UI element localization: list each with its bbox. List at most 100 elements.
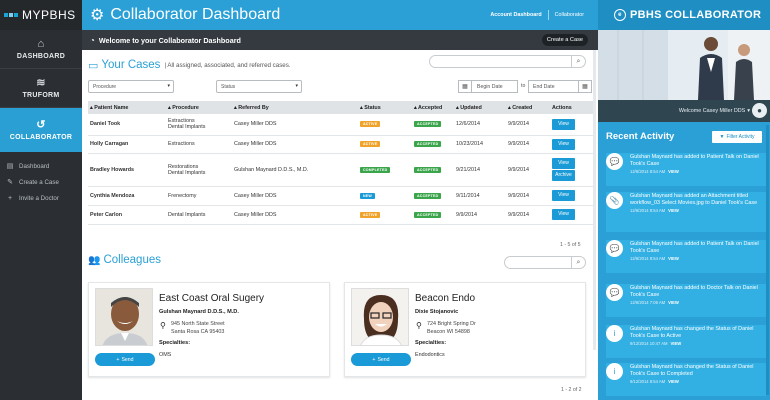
col-created[interactable]: ▴ Created: [506, 101, 550, 114]
cases-subtitle: | All assigned, associated, and referred…: [164, 61, 291, 69]
referred-by: Casey Miller DDS: [232, 205, 358, 225]
logo[interactable]: MYPBHS: [0, 0, 82, 30]
filter-activity-button[interactable]: ▼ Filter Activity: [712, 131, 762, 143]
view-button[interactable]: View: [552, 190, 575, 201]
doctor-name: Dixie Stojanovic: [415, 309, 459, 315]
activity-time: 12/6/2014 8:54 AM: [630, 256, 666, 261]
col-updated[interactable]: ▴ Updated: [454, 101, 506, 114]
patient-name[interactable]: Bradley Howards: [88, 153, 166, 187]
nav-dashboard[interactable]: ⌂ DASHBOARD: [0, 30, 82, 69]
activity-item[interactable]: i Gulshan Maynard has changed the Status…: [606, 325, 766, 358]
user-welcome-bar[interactable]: Welcome Casey Miller DDS ▾ ●: [598, 100, 770, 122]
subnav-invite-doctor[interactable]: + Invite a Doctor: [0, 190, 82, 206]
nav-collaborator[interactable]: ↺ COLLABORATOR: [0, 108, 82, 152]
view-button[interactable]: View: [552, 158, 575, 169]
subnav-dashboard[interactable]: ▤ Dashboard: [0, 158, 82, 174]
col-actions: Actions: [550, 101, 593, 114]
welcome-bar: ◔ Welcome to your Collaborator Dashboard…: [82, 30, 598, 50]
nav-truform[interactable]: ≋ TRUFORM: [0, 69, 82, 108]
view-link[interactable]: VIEW: [668, 379, 679, 384]
activity-text: Gulshan Maynard has added to Patient Tal…: [630, 154, 759, 167]
patient-name[interactable]: Holly Carragan: [88, 135, 166, 154]
activity-scrollbar[interactable]: [766, 125, 769, 395]
subnav-dashboard-label: Dashboard: [19, 162, 50, 170]
collaborator-brand: e PBHS COLLABORATOR: [598, 0, 770, 30]
send-button[interactable]: + Send: [95, 353, 155, 366]
actions-cell: View: [550, 135, 593, 154]
date-range-to: to: [521, 83, 526, 89]
patient-name[interactable]: Peter Carlon: [88, 205, 166, 225]
colleagues-search-input[interactable]: ⌕: [504, 256, 586, 269]
practice-name[interactable]: Beacon Endo: [415, 293, 475, 304]
edit-icon: ✎: [7, 179, 13, 186]
view-link[interactable]: VIEW: [668, 208, 679, 213]
subnav-create-case[interactable]: ✎ Create a Case: [0, 174, 82, 190]
activity-item[interactable]: 💬 Gulshan Maynard has added to Patient T…: [606, 153, 766, 186]
practice-name[interactable]: East Coast Oral Sugery: [159, 293, 264, 304]
calendar-icon[interactable]: ▦: [459, 81, 472, 92]
account-dashboard-link[interactable]: Account Dashboard: [490, 12, 541, 18]
doctor-name: Gulshan Maynard D.D.S., M.D.: [159, 309, 239, 315]
view-link[interactable]: VIEW: [668, 256, 679, 261]
user-avatar-icon[interactable]: ●: [752, 103, 767, 118]
chat-icon: 💬: [606, 240, 623, 257]
col-accepted[interactable]: ▴ Accepted: [412, 101, 454, 114]
view-link[interactable]: VIEW: [668, 300, 679, 305]
begin-date-input[interactable]: ▦ Begin Date: [458, 80, 518, 93]
welcome-user-text: Welcome Casey Miller DDS: [678, 108, 746, 114]
status-badge: ACTIVE: [360, 141, 381, 147]
gear-icon: ⚙: [90, 7, 105, 24]
search-icon[interactable]: ⌕: [571, 56, 585, 67]
end-date-input[interactable]: End Date ▦: [528, 80, 592, 93]
view-button[interactable]: View: [552, 118, 575, 130]
location-pin-icon: ⚲: [416, 321, 422, 330]
activity-text: Gulshan Maynard has added to Doctor Talk…: [630, 285, 758, 298]
activity-item[interactable]: 💬 Gulshan Maynard has added to Doctor Ta…: [606, 284, 766, 317]
procedure-select[interactable]: Procedure ▾: [88, 80, 174, 93]
table-row: Cynthia Mendoza Frenectomy Casey Miller …: [88, 186, 593, 206]
view-button[interactable]: View: [552, 138, 575, 150]
main-scrollbar[interactable]: [593, 50, 596, 350]
logo-mark-icon: [4, 13, 18, 17]
col-patient-name[interactable]: ▴ Patient Name: [88, 101, 166, 114]
accepted-cell: ACCEPTED: [412, 186, 454, 206]
updated-date: 9/9/2014: [454, 205, 506, 225]
banner-image: [598, 30, 770, 100]
activity-item[interactable]: i Gulshan Maynard has changed the Status…: [606, 363, 766, 396]
archive-button[interactable]: Archive: [552, 170, 575, 181]
status-badge: COMPLETED: [360, 166, 391, 173]
chat-icon: 💬: [606, 153, 623, 170]
calendar-icon[interactable]: ▦: [578, 81, 591, 92]
patient-name[interactable]: Daniel Took: [88, 114, 166, 136]
send-button[interactable]: + Send: [351, 353, 411, 366]
view-link[interactable]: VIEW: [668, 169, 679, 174]
specialties-label: Specialties:: [159, 340, 191, 346]
cases-search-input[interactable]: ⌕: [429, 55, 586, 68]
col-status[interactable]: ▴ Status: [358, 101, 412, 114]
status-cell: COMPLETED: [358, 153, 412, 187]
procedure-cell: Restorations Dental Implants: [166, 153, 232, 187]
send-label: Send: [121, 356, 134, 363]
banner-photo: [598, 30, 770, 100]
create-case-button[interactable]: Create a Case: [541, 34, 588, 46]
created-date: 9/9/2014: [506, 114, 550, 136]
status-cell: ACTIVE: [358, 114, 412, 136]
filter-activity-label: Filter Activity: [726, 134, 755, 140]
view-link[interactable]: VIEW: [671, 341, 682, 346]
inbox-icon: ▭: [88, 59, 99, 72]
search-icon[interactable]: ⌕: [571, 257, 585, 268]
table-header-row: ▴ Patient Name ▴ Procedure ▴ Referred By…: [88, 101, 593, 114]
patient-name[interactable]: Cynthia Mendoza: [88, 186, 166, 206]
cases-pager: 1 - 5 of 5: [560, 242, 581, 248]
status-select[interactable]: Status ▾: [216, 80, 302, 93]
collaborator-link[interactable]: Collaborator: [555, 12, 584, 18]
view-button[interactable]: View: [552, 209, 575, 220]
activity-item[interactable]: 📎 Gulshan Maynard has added an Attachmen…: [606, 192, 766, 232]
col-referred-by[interactable]: ▴ Referred By: [232, 101, 358, 114]
activity-item[interactable]: 💬 Gulshan Maynard has added to Patient T…: [606, 240, 766, 273]
logo-text: MYPBHS: [22, 8, 76, 22]
status-cell: ACTIVE: [358, 205, 412, 225]
updated-date: 9/21/2014: [454, 153, 506, 187]
col-procedure[interactable]: ▴ Procedure: [166, 101, 232, 114]
sub-nav: ▤ Dashboard ✎ Create a Case + Invite a D…: [0, 152, 82, 206]
